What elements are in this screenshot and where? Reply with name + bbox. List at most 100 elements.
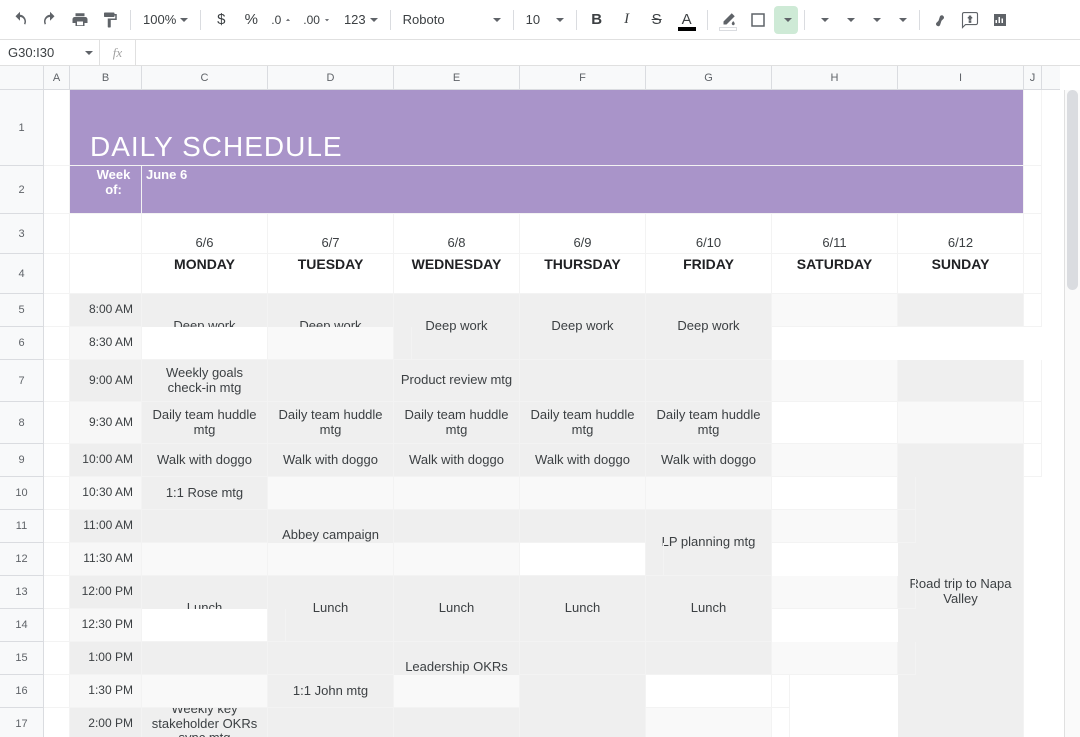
- cell-H12[interactable]: [520, 543, 646, 576]
- cell-F9[interactable]: Walk with doggo: [520, 444, 646, 477]
- col-header-B[interactable]: B: [70, 66, 142, 89]
- row-header-4[interactable]: 4: [0, 254, 43, 294]
- col-header-A[interactable]: A: [44, 66, 70, 89]
- select-all-corner[interactable]: [0, 66, 44, 90]
- cell-E3[interactable]: 6/8: [394, 214, 520, 254]
- row-header-17[interactable]: 17: [0, 708, 43, 737]
- percent-button[interactable]: %: [237, 6, 265, 34]
- fill-color-button[interactable]: [714, 6, 742, 34]
- row-header-11[interactable]: 11: [0, 510, 43, 543]
- cell-C17[interactable]: Weekly key stakeholder OKRs sync mtg: [142, 708, 268, 737]
- cell-C9[interactable]: Walk with doggo: [142, 444, 268, 477]
- cell-B6[interactable]: 8:30 AM: [70, 327, 142, 360]
- text-color-button[interactable]: A: [673, 6, 701, 34]
- cells-area[interactable]: DAILY SCHEDULEWeek of:June 66/66/76/86/9…: [44, 90, 1060, 737]
- text-wrap-dropdown[interactable]: [863, 6, 887, 34]
- cell-D15[interactable]: [268, 642, 394, 675]
- cell-E4[interactable]: WEDNESDAY: [394, 254, 520, 294]
- cell-F7[interactable]: [520, 360, 646, 402]
- cell-B14[interactable]: 12:30 PM: [70, 609, 142, 642]
- zoom-dropdown[interactable]: 100%: [137, 6, 194, 34]
- cell-B10[interactable]: 10:30 AM: [70, 477, 142, 510]
- cell-D13[interactable]: Lunch: [268, 576, 394, 642]
- cell-E11[interactable]: [394, 510, 520, 543]
- insert-chart-button[interactable]: [986, 6, 1014, 34]
- cell-J11[interactable]: [898, 510, 916, 543]
- cell-D9[interactable]: Walk with doggo: [268, 444, 394, 477]
- cell-J14[interactable]: [268, 609, 286, 642]
- more-formats-dropdown[interactable]: 123: [338, 6, 384, 34]
- cell-F11[interactable]: [520, 510, 646, 543]
- cell-E13[interactable]: Lunch: [394, 576, 520, 642]
- cell-J12[interactable]: [646, 543, 664, 576]
- cell-J16[interactable]: [772, 675, 790, 708]
- cell-C3[interactable]: 6/6: [142, 214, 268, 254]
- cell-A8[interactable]: [44, 402, 70, 444]
- formula-input[interactable]: [136, 40, 1080, 65]
- cell-C10[interactable]: 1:1 Rose mtg: [142, 477, 268, 510]
- cell-E5[interactable]: Deep work: [394, 294, 520, 360]
- cell-G3[interactable]: 6/10: [646, 214, 772, 254]
- redo-button[interactable]: [36, 6, 64, 34]
- print-button[interactable]: [66, 6, 94, 34]
- col-header-E[interactable]: E: [394, 66, 520, 89]
- cell-H6[interactable]: [142, 327, 268, 360]
- cell-F12[interactable]: [394, 543, 520, 576]
- cell-A14[interactable]: [44, 609, 70, 642]
- bold-button[interactable]: B: [583, 6, 611, 34]
- cell-F10[interactable]: [520, 477, 646, 510]
- cell-B7[interactable]: 9:00 AM: [70, 360, 142, 402]
- row-header-15[interactable]: 15: [0, 642, 43, 675]
- cell-H16[interactable]: [646, 675, 772, 708]
- cell-I6[interactable]: [268, 327, 394, 360]
- cell-H5[interactable]: [772, 294, 898, 327]
- cell-D8[interactable]: Daily team huddle mtg: [268, 402, 394, 444]
- cell-I9[interactable]: Road trip to Napa Valley: [898, 444, 1024, 737]
- insert-link-button[interactable]: [926, 6, 954, 34]
- row-header-13[interactable]: 13: [0, 576, 43, 609]
- cell-H11[interactable]: [772, 510, 898, 543]
- cell-J7[interactable]: [1024, 360, 1042, 402]
- cell-A5[interactable]: [44, 294, 70, 327]
- cell-B5[interactable]: 8:00 AM: [70, 294, 142, 327]
- cell-J8[interactable]: [1024, 402, 1042, 444]
- cell-B11[interactable]: 11:00 AM: [70, 510, 142, 543]
- cell-A13[interactable]: [44, 576, 70, 609]
- v-align-dropdown[interactable]: [837, 6, 861, 34]
- cell-D4[interactable]: TUESDAY: [268, 254, 394, 294]
- cell-H17[interactable]: [646, 708, 772, 737]
- cell-B15[interactable]: 1:00 PM: [70, 642, 142, 675]
- cell-J1[interactable]: [1024, 90, 1042, 166]
- cell-E7[interactable]: Product review mtg: [394, 360, 520, 402]
- cell-D7[interactable]: [268, 360, 394, 402]
- row-header-1[interactable]: 1: [0, 90, 43, 166]
- row-header-16[interactable]: 16: [0, 675, 43, 708]
- cell-F17[interactable]: [520, 708, 646, 737]
- row-header-10[interactable]: 10: [0, 477, 43, 510]
- cell-J5[interactable]: [1024, 294, 1042, 327]
- cell-J17[interactable]: [772, 708, 790, 737]
- row-header-3[interactable]: 3: [0, 214, 43, 254]
- cell-D17[interactable]: [268, 708, 394, 737]
- col-header-D[interactable]: D: [268, 66, 394, 89]
- cell-H10[interactable]: [772, 477, 898, 510]
- row-header-12[interactable]: 12: [0, 543, 43, 576]
- cell-I3[interactable]: 6/12: [898, 214, 1024, 254]
- cell-A15[interactable]: [44, 642, 70, 675]
- paint-format-button[interactable]: [96, 6, 124, 34]
- cell-G5[interactable]: Deep work: [646, 294, 772, 360]
- cell-A16[interactable]: [44, 675, 70, 708]
- row-header-7[interactable]: 7: [0, 360, 43, 402]
- cell-B9[interactable]: 10:00 AM: [70, 444, 142, 477]
- undo-button[interactable]: [6, 6, 34, 34]
- cell-C2[interactable]: June 6: [142, 166, 1024, 214]
- cell-B8[interactable]: 9:30 AM: [70, 402, 142, 444]
- cell-G4[interactable]: FRIDAY: [646, 254, 772, 294]
- cell-I7[interactable]: [898, 360, 1024, 402]
- cell-J13[interactable]: [898, 576, 916, 609]
- cell-A10[interactable]: [44, 477, 70, 510]
- cell-I8[interactable]: [898, 402, 1024, 444]
- decrease-decimal-button[interactable]: .0: [267, 6, 297, 34]
- cell-C8[interactable]: Daily team huddle mtg: [142, 402, 268, 444]
- cell-J4[interactable]: [1024, 254, 1042, 294]
